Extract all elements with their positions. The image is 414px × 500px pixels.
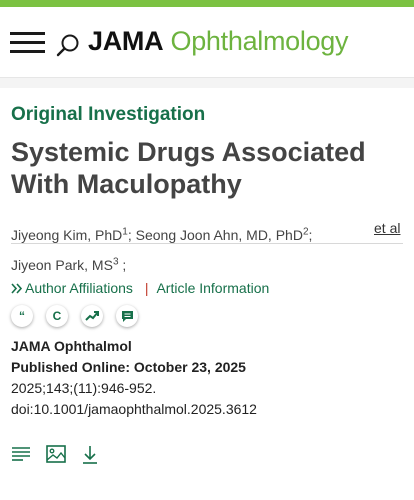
author-separator: ; [308,227,313,243]
published-date: Published Online: October 23, 2025 [11,359,246,375]
et-al-link[interactable]: et al [374,220,400,236]
author-separator: ; [118,257,127,273]
article-title: Systemic Drugs Associated With Maculopat… [11,137,366,199]
author-name[interactable]: Jiyeon Park, MS [11,257,113,273]
logo-journal: Ophthalmology [170,26,349,56]
article-links: Author Affiliations | Article Information [11,280,269,296]
citation-volume: 2025;143;(11):946-952. [11,380,157,396]
copyright-icon[interactable]: C [46,305,68,327]
journal-logo[interactable]: JAMA Ophthalmology [88,23,349,59]
header-shadow-band [0,78,414,88]
citation-block: JAMA Ophthalmol Published Online: Octobe… [11,336,257,420]
double-chevron-right-icon [11,283,23,294]
author-separator: ; [127,227,136,243]
author-name[interactable]: Jiyeong Kim, PhD [11,227,122,243]
site-header: JAMA Ophthalmology [0,7,414,78]
author-affiliations-link[interactable]: Author Affiliations [11,280,137,296]
author-name[interactable]: Seong Joon Ahn, MD, PhD [136,227,303,243]
comment-icon[interactable] [116,305,138,327]
hamburger-menu-icon[interactable] [10,30,46,56]
top-accent-bar [0,0,414,7]
figures-icon[interactable] [46,445,68,467]
author-affiliations-label: Author Affiliations [25,280,133,296]
download-icon[interactable] [81,445,103,467]
link-separator: | [144,280,149,296]
author-divider [11,243,403,244]
full-text-icon[interactable] [11,445,33,467]
article-information-link[interactable]: Article Information [156,280,269,296]
trending-metrics-icon[interactable] [81,305,103,327]
search-icon[interactable] [56,32,82,58]
logo-brand: JAMA [88,26,164,56]
doi[interactable]: doi:10.1001/jamaophthalmol.2025.3612 [11,399,257,420]
journal-name: JAMA Ophthalmol [11,338,132,354]
article-type: Original Investigation [11,104,206,125]
author-list: Jiyeong Kim, PhD1; Seong Joon Ahn, MD, P… [11,220,371,280]
quote-icon[interactable]: “ [11,305,33,327]
